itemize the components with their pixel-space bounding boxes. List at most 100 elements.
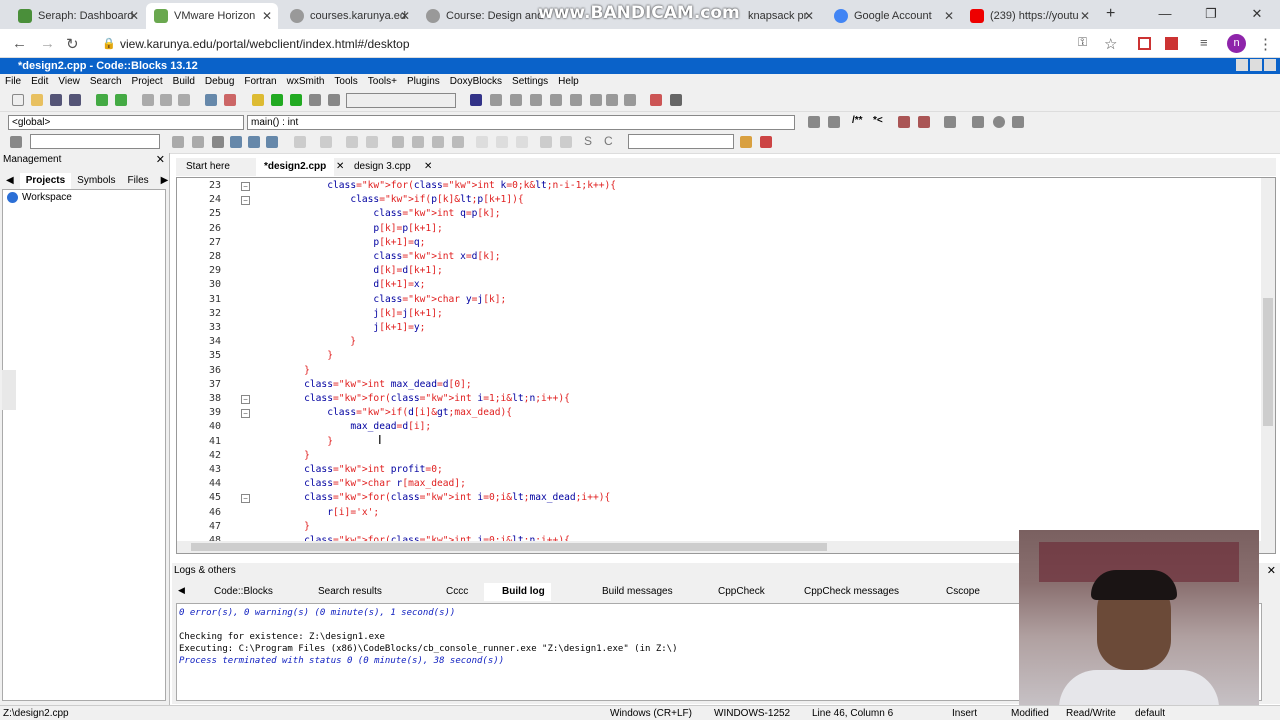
menu-build[interactable]: Build: [168, 74, 200, 90]
pointer-icon[interactable]: [294, 136, 306, 148]
tab-build-messages[interactable]: Build messages: [584, 583, 679, 601]
splitter-handle[interactable]: [2, 370, 16, 410]
shape2-icon[interactable]: [496, 136, 508, 148]
code-line[interactable]: p[k+1]=q;: [281, 237, 425, 248]
close-icon[interactable]: ✕: [262, 9, 272, 23]
fold-toggle-icon[interactable]: −: [241, 409, 250, 419]
menu-edit[interactable]: Edit: [26, 74, 53, 90]
close-icon[interactable]: [1264, 59, 1276, 71]
tab-next-icon[interactable]: ▶: [155, 173, 175, 189]
line-comment-icon[interactable]: *<: [873, 115, 883, 126]
forward-icon[interactable]: [192, 136, 204, 148]
browser-tab[interactable]: Course: Design and: [418, 3, 548, 29]
jump-icon[interactable]: [808, 116, 820, 128]
tab-design3[interactable]: design 3.cpp: [346, 158, 419, 176]
various-info-icon[interactable]: [670, 94, 682, 106]
extension-icon[interactable]: [1138, 37, 1151, 50]
code-line[interactable]: class="kw">int q=p[k];: [281, 208, 500, 219]
code-line[interactable]: max_dead=d[i];: [281, 421, 431, 432]
code-line[interactable]: }: [281, 450, 310, 461]
code-line[interactable]: class="kw">for(class="kw">int k=0;k&lt;n…: [281, 180, 616, 191]
close-icon[interactable]: ✕: [400, 9, 410, 23]
style-select[interactable]: [628, 134, 734, 149]
browser-tab[interactable]: knapsack pr ✕: [740, 3, 820, 29]
tab-codeblocks[interactable]: Code::Blocks: [196, 583, 279, 601]
browser-tab[interactable]: Google Account ✕: [826, 3, 960, 29]
new-tab-button[interactable]: +: [1106, 5, 1115, 23]
jump-back-icon[interactable]: [828, 116, 840, 128]
build-icon[interactable]: [252, 94, 264, 106]
align-right-icon[interactable]: [432, 136, 444, 148]
new-file-icon[interactable]: [12, 94, 24, 106]
code-line[interactable]: j[k]=j[k+1];: [281, 308, 442, 319]
tools-icon[interactable]: [944, 116, 956, 128]
stop-icon[interactable]: [624, 94, 636, 106]
playlist-icon[interactable]: ≡: [1200, 35, 1208, 50]
c-icon[interactable]: C: [604, 134, 613, 148]
code-line[interactable]: j[k+1]=y;: [281, 322, 425, 333]
s-icon[interactable]: S: [584, 134, 592, 148]
doxywizard-icon[interactable]: [898, 116, 910, 128]
menu-settings[interactable]: Settings: [507, 74, 553, 90]
image-icon[interactable]: [346, 136, 358, 148]
rebuild-icon[interactable]: [309, 94, 321, 106]
forward-icon[interactable]: →: [40, 35, 55, 52]
tab-start-here[interactable]: Start here: [178, 158, 238, 176]
code-line[interactable]: class="kw">int profit=0;: [281, 464, 443, 475]
tab-prev-icon[interactable]: ◀: [0, 173, 20, 189]
menu-doxyblocks[interactable]: DoxyBlocks: [445, 74, 507, 90]
function-select[interactable]: main() : int: [247, 115, 795, 130]
next-line-icon[interactable]: [510, 94, 522, 106]
minimize-icon[interactable]: —: [1142, 0, 1188, 29]
menu-plugins[interactable]: Plugins: [402, 74, 445, 90]
scope-select[interactable]: <global>: [8, 115, 244, 130]
tab-prev-icon[interactable]: ◀: [178, 585, 185, 596]
code-line[interactable]: p[k]=p[k+1];: [281, 223, 442, 234]
find-icon[interactable]: [230, 136, 242, 148]
menu-view[interactable]: View: [53, 74, 85, 90]
code-line[interactable]: class="kw">char r[max_dead];: [281, 478, 466, 489]
pdf-extension-icon[interactable]: [1165, 37, 1178, 50]
code-line[interactable]: d[k+1]=x;: [281, 279, 425, 290]
redo-icon[interactable]: [115, 94, 127, 106]
prev-bookmark-icon[interactable]: [972, 116, 984, 128]
close-icon[interactable]: ✕: [424, 158, 432, 176]
next-bookmark-icon[interactable]: [1012, 116, 1024, 128]
browser-tab[interactable]: (239) https://youtu ✕: [962, 3, 1096, 29]
find-icon[interactable]: [205, 94, 217, 106]
tab-cscope[interactable]: Cscope: [928, 583, 986, 601]
tab-files[interactable]: Files: [122, 173, 155, 189]
menu-dots-icon[interactable]: ⋮: [1258, 35, 1273, 53]
back-icon[interactable]: ←: [12, 35, 27, 52]
selection-icon[interactable]: [266, 136, 278, 148]
zoom-out-icon[interactable]: [560, 136, 572, 148]
bookmark-icon[interactable]: [993, 116, 1005, 128]
tab-cccc[interactable]: Cccc: [428, 583, 474, 601]
zoom-in-icon[interactable]: [540, 136, 552, 148]
align-justify-icon[interactable]: [452, 136, 464, 148]
abort-icon[interactable]: [328, 94, 340, 106]
debug-windows-icon[interactable]: [650, 94, 662, 106]
open-folder-icon[interactable]: [740, 136, 752, 148]
code-line[interactable]: }: [281, 365, 310, 376]
scroll-thumb[interactable]: [1263, 298, 1273, 426]
cut-icon[interactable]: [142, 94, 154, 106]
next-instruction-icon[interactable]: [570, 94, 582, 106]
scroll-thumb[interactable]: [191, 543, 827, 551]
code-line[interactable]: r[i]='x';: [281, 507, 379, 518]
code-line[interactable]: }: [281, 336, 356, 347]
browser-tab-active[interactable]: VMware Horizon ✕: [146, 3, 278, 29]
align-center-icon[interactable]: [412, 136, 424, 148]
save-all-icon[interactable]: [69, 94, 81, 106]
code-line[interactable]: class="kw">int x=d[k];: [281, 251, 500, 262]
step-into-icon[interactable]: [530, 94, 542, 106]
close-icon[interactable]: ✕: [944, 9, 954, 23]
fold-toggle-icon[interactable]: −: [241, 494, 250, 504]
fold-toggle-icon[interactable]: −: [241, 196, 250, 206]
back-icon[interactable]: [172, 136, 184, 148]
menu-debug[interactable]: Debug: [200, 74, 239, 90]
menu-fortran[interactable]: Fortran: [239, 74, 281, 90]
url-field[interactable]: 🔒 view.karunya.edu/portal/webclient/index…: [100, 34, 1130, 54]
comment-icon[interactable]: /**: [852, 115, 863, 126]
close-icon[interactable]: ✕: [804, 9, 814, 23]
